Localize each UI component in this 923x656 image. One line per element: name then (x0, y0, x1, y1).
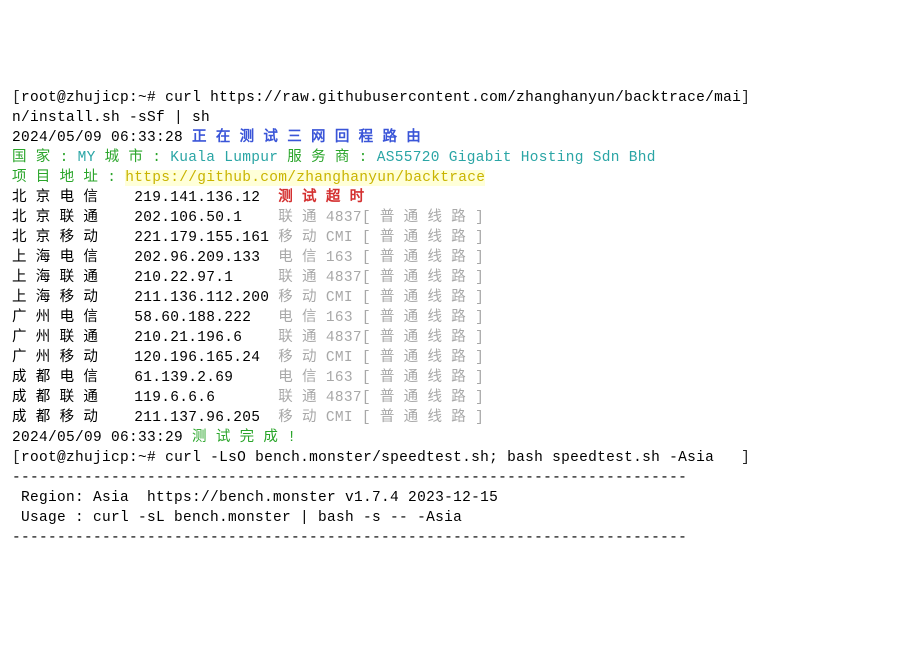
route-ip: 210.22.97.1 (134, 270, 278, 286)
bracket-open: [ (12, 450, 21, 466)
route-name: 上 海 电 信 (12, 250, 134, 266)
route-type: 联 通 4837 (278, 270, 362, 286)
divider: ----------------------------------------… (12, 528, 911, 548)
geo-line: 国 家 : MY 城 市 : Kuala Lumpur 服 务 商 : AS55… (12, 148, 911, 168)
route-name: 北 京 电 信 (12, 190, 134, 206)
route-row: 北 京 联 通 202.106.50.1 联 通 4837[ 普 通 线 路 ] (12, 208, 911, 228)
city-label: 城 市 : (105, 150, 171, 166)
route-type: 电 信 163 (278, 250, 362, 266)
route-ip: 61.139.2.69 (134, 370, 278, 386)
route-ip: 119.6.6.6 (134, 390, 278, 406)
route-type: 移 动 CMI (278, 230, 362, 246)
route-quality: [ 普 通 线 路 ] (362, 230, 484, 246)
dash: ----------------------------------------… (12, 530, 687, 546)
route-row: 成 都 移 动 211.137.96.205 移 动 CMI [ 普 通 线 路… (12, 408, 911, 428)
route-quality: [ 普 通 线 路 ] (362, 330, 484, 346)
route-name: 成 都 移 动 (12, 410, 134, 426)
prompt-line-1: [root@zhujicp:~# curl https://raw.github… (12, 88, 911, 108)
command-text-cont: n/install.sh -sSf | sh (12, 110, 210, 126)
divider: ----------------------------------------… (12, 468, 911, 488)
route-name: 上 海 移 动 (12, 290, 134, 306)
route-row: 北 京 电 信 219.141.136.12 测 试 超 时 (12, 188, 911, 208)
route-quality: [ 普 通 线 路 ] (362, 270, 484, 286)
path: :~# (129, 450, 165, 466)
testing-label: 正 在 测 试 三 网 回 程 路 由 (192, 130, 421, 146)
route-quality: [ 普 通 线 路 ] (362, 210, 484, 226)
route-type: 电 信 163 (278, 370, 362, 386)
route-ip: 221.179.155.161 (134, 230, 278, 246)
route-type: 移 动 CMI (278, 350, 362, 366)
bracket-open: [ (12, 90, 21, 106)
route-ip: 211.137.96.205 (134, 410, 278, 426)
testing-line: 2024/05/09 06:33:28 正 在 测 试 三 网 回 程 路 由 (12, 128, 911, 148)
done-line: 2024/05/09 06:33:29 测 试 完 成 ! (12, 428, 911, 448)
bracket-close: ] (741, 90, 750, 106)
route-name: 成 都 联 通 (12, 390, 134, 406)
city-value: Kuala Lumpur (170, 150, 287, 166)
prompt-line-1b: n/install.sh -sSf | sh (12, 108, 911, 128)
bracket-close: ] (741, 450, 750, 466)
route-ip: 120.196.165.24 (134, 350, 278, 366)
route-quality: [ 普 通 线 路 ] (362, 370, 484, 386)
user-host: root@zhujicp (21, 450, 129, 466)
command-text: curl -LsO bench.monster/speedtest.sh; ba… (165, 450, 714, 466)
route-row: 广 州 移 动 120.196.165.24 移 动 CMI [ 普 通 线 路… (12, 348, 911, 368)
usage-line: Usage : curl -sL bench.monster | bash -s… (12, 508, 911, 528)
route-quality: [ 普 通 线 路 ] (362, 410, 484, 426)
route-ip: 202.96.209.133 (134, 250, 278, 266)
isp-label: 服 务 商 : (287, 150, 376, 166)
route-type: 移 动 CMI (278, 410, 362, 426)
route-ip: 210.21.196.6 (134, 330, 278, 346)
isp-value: AS55720 Gigabit Hosting Sdn Bhd (377, 150, 656, 166)
route-name: 北 京 联 通 (12, 210, 134, 226)
route-row: 广 州 联 通 210.21.196.6 联 通 4837[ 普 通 线 路 ] (12, 328, 911, 348)
route-row: 成 都 联 通 119.6.6.6 联 通 4837[ 普 通 线 路 ] (12, 388, 911, 408)
route-name: 广 州 联 通 (12, 330, 134, 346)
route-ip: 211.136.112.200 (134, 290, 278, 306)
repo-label: 项 目 地 址 : (12, 170, 125, 186)
route-name: 上 海 联 通 (12, 270, 134, 286)
route-name: 广 州 移 动 (12, 350, 134, 366)
route-type: 联 通 4837 (278, 210, 362, 226)
repo-url: https://github.com/zhanghanyun/backtrace (125, 170, 485, 186)
route-quality: [ 普 通 线 路 ] (362, 310, 484, 326)
terminal-output[interactable]: [root@zhujicp:~# curl https://raw.github… (12, 88, 911, 548)
country-label: 国 家 : (12, 150, 78, 166)
prompt-line-2: [root@zhujicp:~# curl -LsO bench.monster… (12, 448, 911, 468)
command-text: curl https://raw.githubusercontent.com/z… (165, 90, 741, 106)
route-type: 联 通 4837 (278, 330, 362, 346)
usage: Usage : curl -sL bench.monster | bash -s… (12, 510, 462, 526)
route-quality: [ 普 通 线 路 ] (362, 290, 484, 306)
route-row: 成 都 电 信 61.139.2.69 电 信 163 [ 普 通 线 路 ] (12, 368, 911, 388)
country-value: MY (78, 150, 105, 166)
route-type: 电 信 163 (278, 310, 362, 326)
timestamp: 2024/05/09 06:33:29 (12, 430, 192, 446)
route-row: 上 海 移 动 211.136.112.200 移 动 CMI [ 普 通 线 … (12, 288, 911, 308)
route-name: 成 都 电 信 (12, 370, 134, 386)
dash: ----------------------------------------… (12, 470, 687, 486)
route-quality: [ 普 通 线 路 ] (362, 350, 484, 366)
route-type: 联 通 4837 (278, 390, 362, 406)
route-type: 测 试 超 时 (278, 190, 364, 206)
route-ip: 202.106.50.1 (134, 210, 278, 226)
done-label: 测 试 完 成 ! (192, 430, 296, 446)
repo-line: 项 目 地 址 : https://github.com/zhanghanyun… (12, 168, 911, 188)
route-name: 广 州 电 信 (12, 310, 134, 326)
timestamp: 2024/05/09 06:33:28 (12, 130, 192, 146)
route-row: 上 海 联 通 210.22.97.1 联 通 4837[ 普 通 线 路 ] (12, 268, 911, 288)
route-quality: [ 普 通 线 路 ] (362, 390, 484, 406)
user-host: root@zhujicp (21, 90, 129, 106)
route-ip: 58.60.188.222 (134, 310, 278, 326)
route-row: 广 州 电 信 58.60.188.222 电 信 163 [ 普 通 线 路 … (12, 308, 911, 328)
route-ip: 219.141.136.12 (134, 190, 278, 206)
region: Region: Asia https://bench.monster v1.7.… (12, 490, 498, 506)
path: :~# (129, 90, 165, 106)
region-line: Region: Asia https://bench.monster v1.7.… (12, 488, 911, 508)
route-quality: [ 普 通 线 路 ] (362, 250, 484, 266)
route-type: 移 动 CMI (278, 290, 362, 306)
route-name: 北 京 移 动 (12, 230, 134, 246)
route-row: 上 海 电 信 202.96.209.133 电 信 163 [ 普 通 线 路… (12, 248, 911, 268)
route-row: 北 京 移 动 221.179.155.161 移 动 CMI [ 普 通 线 … (12, 228, 911, 248)
